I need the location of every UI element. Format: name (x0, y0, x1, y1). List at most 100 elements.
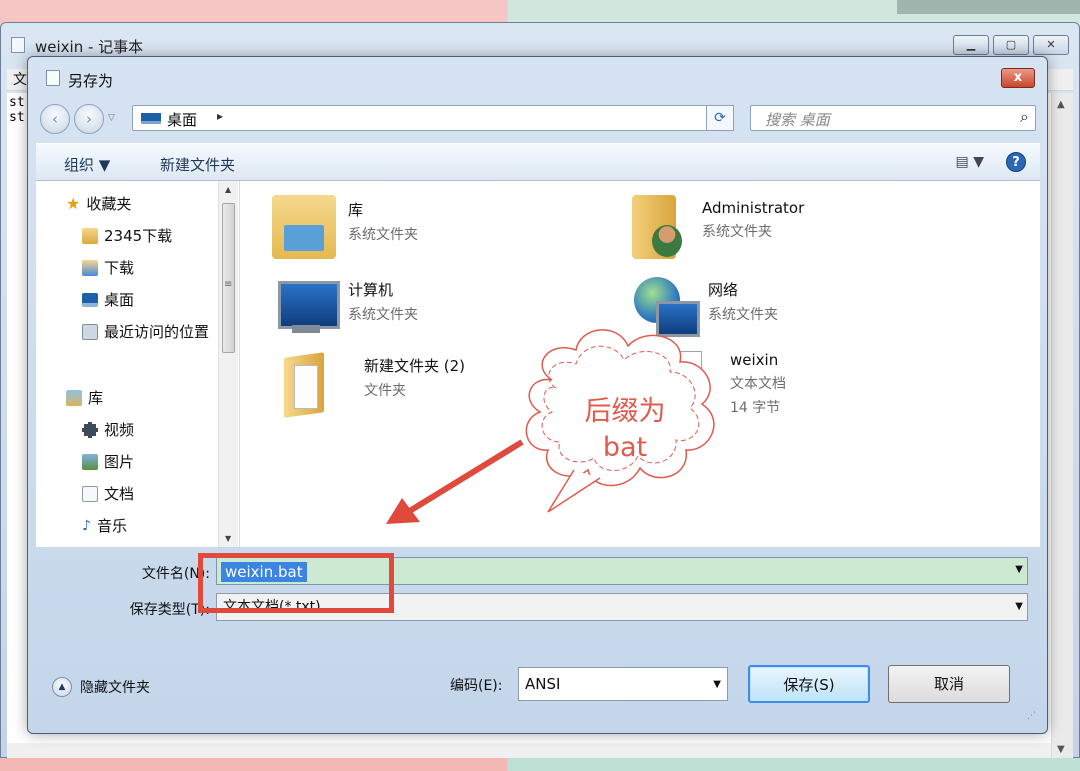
scroll-down-icon[interactable]: ▼ (225, 534, 231, 543)
save-options-panel: 文件名(N): weixin.bat ▼ 保存类型(T): 文本文档(*.txt… (36, 547, 1040, 725)
notepad-icon (11, 37, 25, 53)
address-location[interactable]: 桌面 (167, 109, 197, 130)
callout-text: 后缀为 bat (560, 394, 690, 466)
desktop-icon (82, 292, 98, 307)
file-name: 网络 (708, 281, 739, 299)
file-type: 系统文件夹 (708, 307, 778, 323)
nav-item-videos[interactable]: 视频 (82, 419, 134, 440)
menu-file[interactable]: 文 (13, 72, 27, 88)
forward-button[interactable]: › (74, 104, 104, 134)
recent-places-icon (82, 323, 98, 340)
scroll-up-icon[interactable]: ▲ (1057, 99, 1065, 110)
organize-menu[interactable]: 组织 ▼ (64, 154, 110, 175)
scroll-up-icon[interactable]: ▲ (225, 185, 231, 194)
scroll-down-icon[interactable]: ▼ (1057, 744, 1065, 755)
nav-item-desktop[interactable]: 桌面 (82, 289, 134, 310)
views-icon[interactable]: ▤ ▼ (956, 154, 984, 170)
chevron-up-icon: ▲ (52, 677, 72, 697)
downloads-icon (82, 259, 98, 276)
notepad-title: weixin - 记事本 (35, 38, 144, 56)
cancel-button[interactable]: 取消 (888, 665, 1010, 703)
savetype-dropdown-icon[interactable]: ▼ (1015, 594, 1023, 620)
dialog-title: 另存为 (68, 72, 114, 90)
encoding-select[interactable]: ANSI ▼ (518, 667, 728, 701)
folder-icon (82, 227, 98, 244)
history-dropdown-icon[interactable]: ▽ (108, 113, 115, 123)
file-type: 系统文件夹 (348, 307, 418, 323)
nav-pane-scrollbar[interactable]: ▲ ≡ ▼ (218, 181, 238, 547)
file-item-administrator[interactable]: Administrator 系统文件夹 (632, 195, 804, 259)
refresh-button[interactable]: ⟳ (706, 105, 734, 131)
annotation-highlight-box (198, 553, 394, 613)
encoding-label: 编码(E): (450, 678, 503, 694)
hide-folders-label: 隐藏文件夹 (80, 680, 150, 696)
file-item-computer[interactable]: 计算机 系统文件夹 (272, 275, 418, 339)
address-chevron-icon[interactable]: ▸ (217, 109, 223, 123)
user-folder-icon (632, 195, 682, 259)
library-icon (272, 195, 336, 259)
encoding-value: ANSI (525, 675, 561, 693)
search-icon[interactable]: ⌕ (1020, 107, 1029, 127)
file-item-new-folder[interactable]: 新建文件夹 (2) 文件夹 (280, 351, 465, 415)
background-tab (897, 0, 1080, 14)
minimize-button[interactable]: ▁ (953, 35, 989, 55)
help-icon[interactable]: ? (1006, 152, 1026, 172)
nav-item-2345-downloads[interactable]: 2345下载 (82, 225, 172, 246)
file-item-network[interactable]: 网络 系统文件夹 (632, 275, 778, 339)
save-button[interactable]: 保存(S) (748, 665, 870, 703)
notepad-close-button[interactable]: ✕ (1033, 35, 1069, 55)
nav-item-downloads[interactable]: 下载 (82, 257, 134, 278)
nav-favorites[interactable]: ★ 收藏夹 (66, 193, 131, 214)
file-name: 计算机 (348, 281, 394, 299)
file-item-library[interactable]: 库系统文件夹 (272, 195, 418, 259)
network-icon (632, 275, 700, 339)
search-placeholder: 搜索 桌面 (765, 111, 830, 129)
back-button[interactable]: ‹ (40, 104, 70, 134)
resize-grip-icon[interactable]: ⋰ (1027, 711, 1036, 721)
notepad-status-bar (7, 743, 1051, 759)
savetype-label: 保存类型(T): (129, 602, 210, 618)
notepad-window-controls: ▁ ▢ ✕ (953, 35, 1069, 55)
library-icon (66, 389, 82, 406)
file-type: 文本文档 (730, 376, 786, 392)
desktop-icon (141, 113, 161, 124)
music-icon: ♪ (82, 517, 91, 534)
dialog-close-button[interactable]: x (1001, 68, 1035, 88)
nav-item-recent[interactable]: 最近访问的位置 (82, 321, 209, 342)
encoding-dropdown-icon[interactable]: ▼ (713, 669, 721, 701)
picture-icon (82, 453, 98, 470)
navigation-pane: ★ 收藏夹 2345下载 下载 桌面 最近访问的位置 库 视频 图片 文档 ♪ 音乐… (36, 181, 240, 547)
scroll-grip-icon: ≡ (224, 279, 233, 290)
file-type: 系统文件夹 (348, 227, 418, 243)
file-type: 文件夹 (364, 383, 406, 399)
scroll-thumb[interactable] (222, 203, 235, 353)
command-toolbar: 组织 ▼ 新建文件夹 ▤ ▼ ? (36, 143, 1040, 181)
hide-folders-button[interactable]: ▲ 隐藏文件夹 (52, 677, 150, 697)
file-name: weixin (730, 351, 779, 369)
background-strip (0, 758, 1080, 771)
search-input[interactable]: 搜索 桌面 ⌕ (750, 105, 1036, 131)
address-bar[interactable]: 桌面 ▸ ▾ (132, 105, 726, 131)
callout-line-1: 后缀为 (584, 396, 666, 427)
maximize-button[interactable]: ▢ (993, 35, 1029, 55)
star-icon: ★ (66, 194, 81, 213)
nav-libraries[interactable]: 库 (66, 387, 103, 408)
file-name: Administrator (702, 199, 805, 217)
save-as-dialog: 另存为 x ‹ › ▽ 桌面 ▸ ▾ ⟳ 搜索 桌面 ⌕ 组织 ▼ 新建文件夹 … (27, 56, 1048, 734)
video-icon (82, 421, 98, 438)
computer-icon (272, 275, 340, 339)
nav-item-pictures[interactable]: 图片 (82, 451, 134, 472)
file-size: 14 字节 (730, 400, 781, 416)
file-name: 库 (348, 201, 364, 219)
browser-area: ★ 收藏夹 2345下载 下载 桌面 最近访问的位置 库 视频 图片 文档 ♪ 音乐… (36, 181, 1040, 547)
new-folder-button[interactable]: 新建文件夹 (160, 154, 235, 175)
notepad-scrollbar[interactable]: ▲ ▼ (1051, 93, 1073, 761)
filename-label: 文件名(N): (141, 566, 210, 582)
filename-dropdown-icon[interactable]: ▼ (1015, 564, 1023, 575)
nav-item-documents[interactable]: 文档 (82, 483, 134, 504)
nav-item-music[interactable]: ♪ 音乐 (82, 515, 127, 536)
navigation-bar: ‹ › ▽ 桌面 ▸ ▾ ⟳ 搜索 桌面 ⌕ (38, 101, 1038, 137)
folder-icon (280, 351, 330, 415)
dialog-notepad-icon (46, 70, 60, 86)
file-type: 系统文件夹 (702, 224, 772, 240)
